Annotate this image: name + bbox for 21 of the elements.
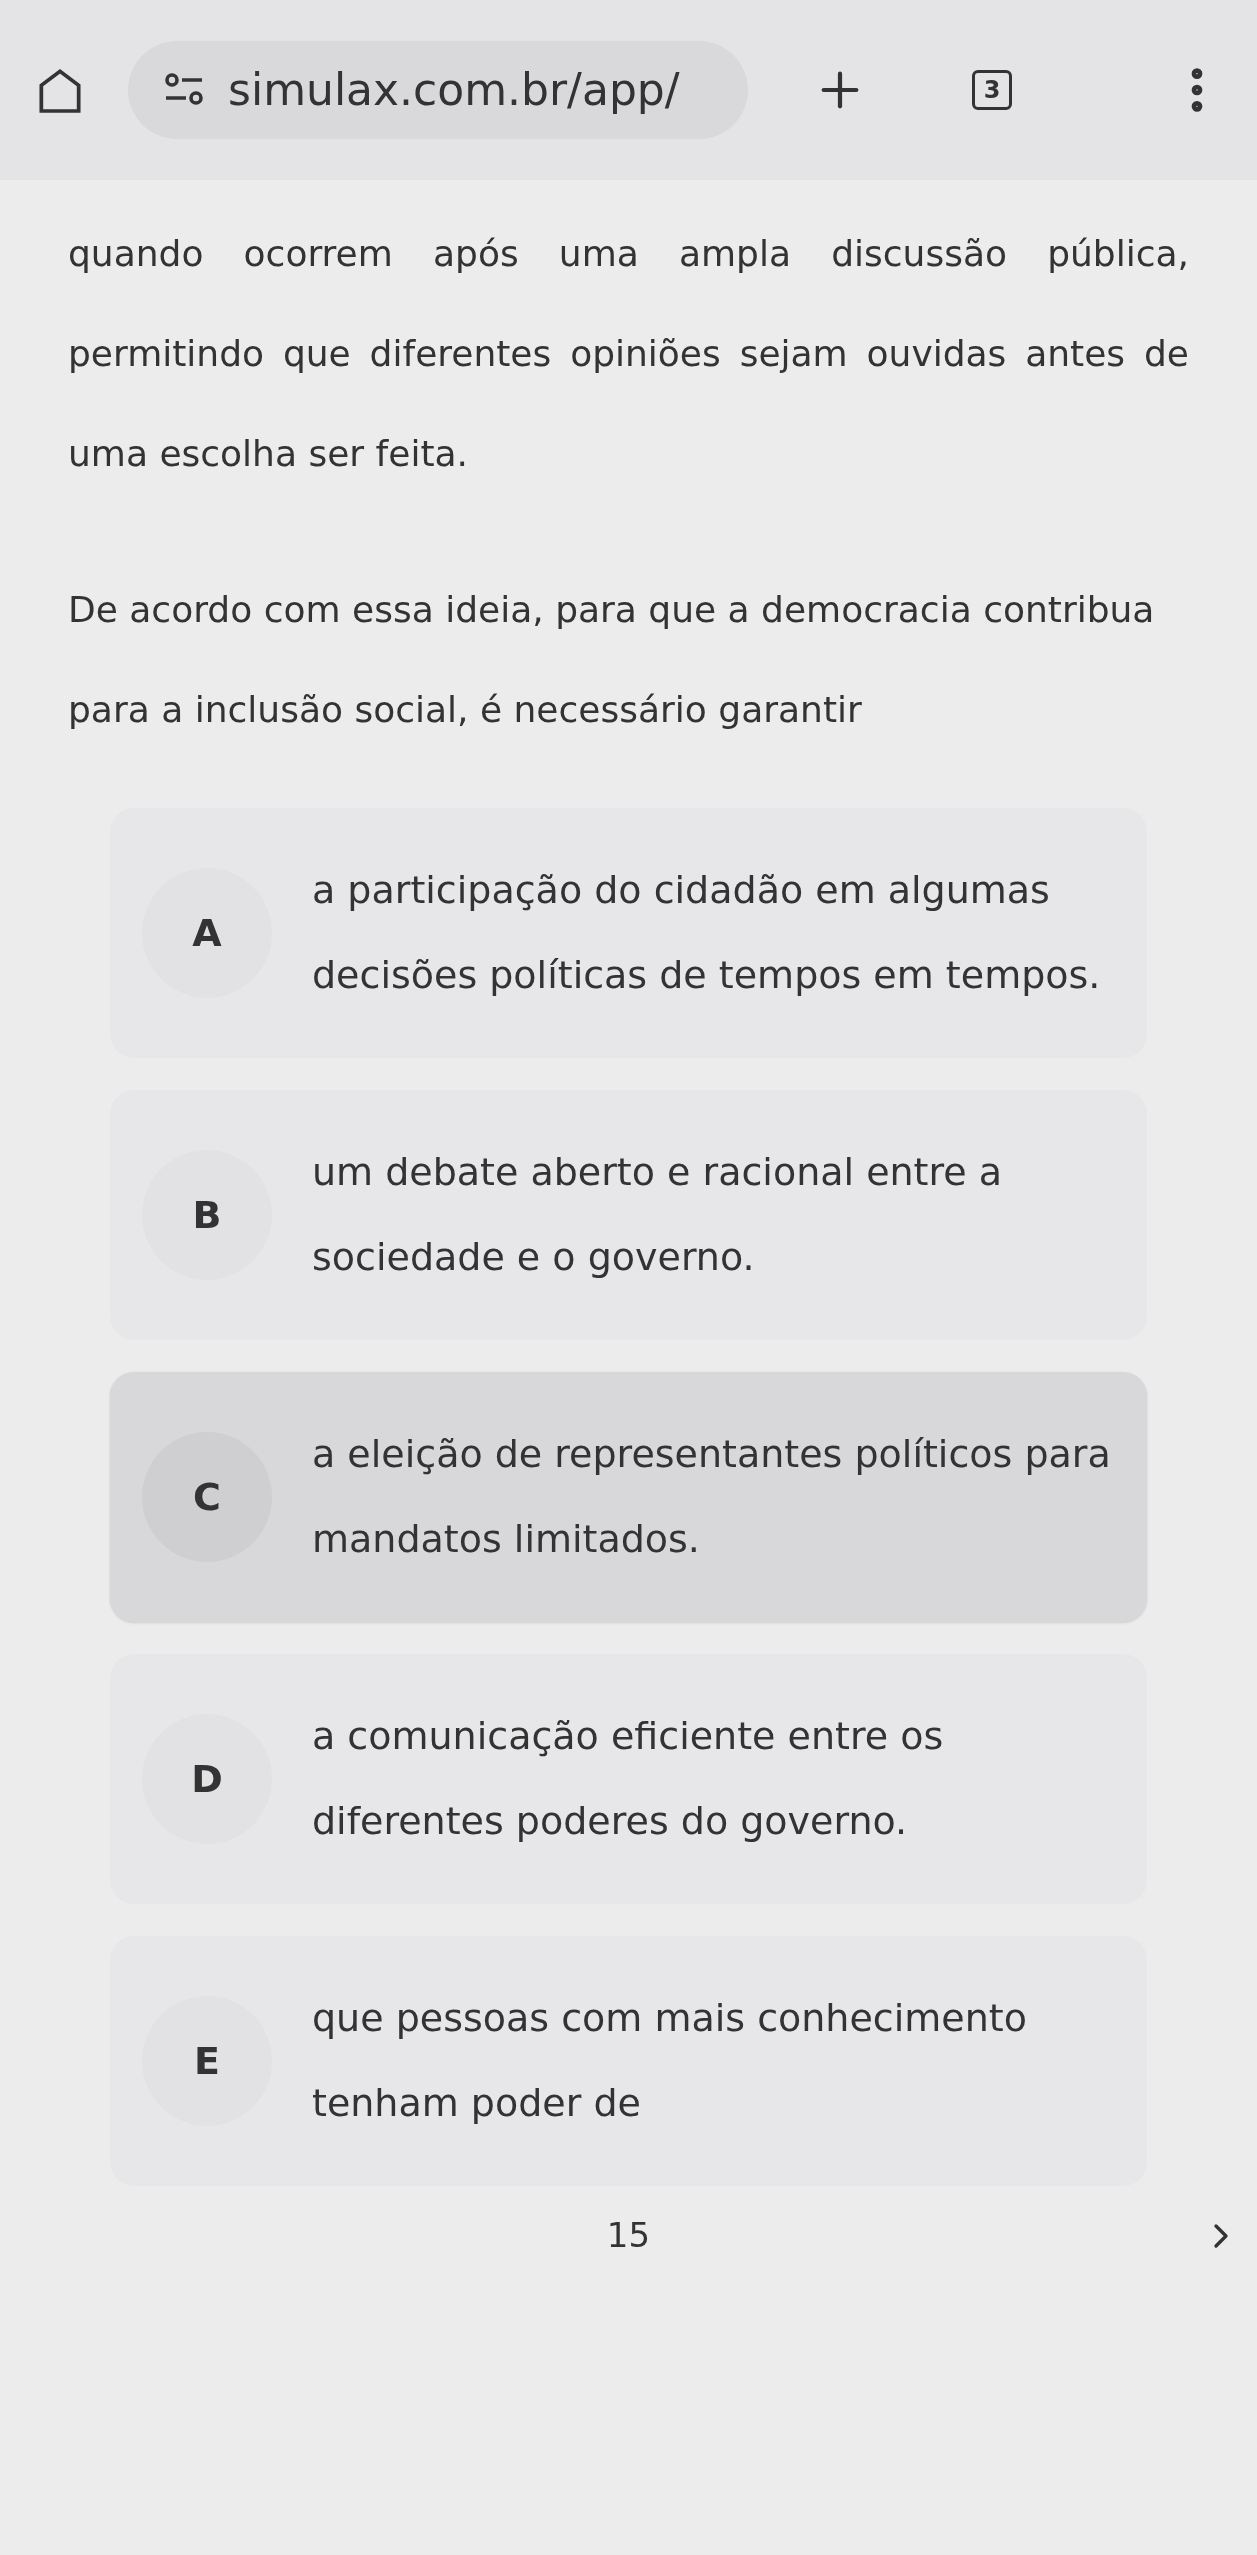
option-letter: D (142, 1714, 272, 1844)
url-text: simulax.com.br/app/ (228, 63, 680, 117)
address-bar[interactable]: simulax.com.br/app/ (128, 41, 748, 139)
answer-option[interactable]: D a comunicação eficiente entre os diferentes poderes do governo. (110, 1654, 1147, 1904)
passage-text: quando ocorrem após uma ampla discussão pública, permitindo que diferentes opiniões sejam ouvidas antes de uma escolha ser feita. (68, 232, 1189, 476)
option-letter: C (142, 1432, 272, 1562)
option-letter: B (142, 1150, 272, 1280)
option-text: um debate aberto e racional entre a sociedade e o governo. (312, 1149, 1004, 1281)
option-text: que pessoas com mais conhecimento tenham poder de (312, 1995, 1028, 2127)
question-text: De acordo com essa ideia, para que a democracia contribua para a inclusão social, é necessário garantir (68, 588, 1156, 732)
option-letter: A (142, 868, 272, 998)
option-text: a comunicação eficiente entre os diferentes poderes do governo. (312, 1713, 945, 1845)
tab-count-button[interactable]: 3 (972, 70, 1012, 110)
answer-option[interactable]: E que pessoas com mais conhecimento tenham poder de (110, 1936, 1147, 2186)
option-text: a participação do cidadão em algumas decisões políticas de tempos em tempos. (312, 867, 1102, 999)
option-text: a eleição de representantes políticos para mandatos limitados. (312, 1431, 1112, 1563)
answer-option[interactable]: C a eleição de representantes políticos para mandatos limitados. (110, 1372, 1147, 1622)
question-number: 15 (606, 2214, 651, 2257)
answer-option[interactable]: B um debate aberto e racional entre a sociedade e o governo. (110, 1090, 1147, 1340)
option-letter: E (142, 1996, 272, 2126)
answer-option[interactable]: A a participação do cidadão em algumas decisões políticas de tempos em tempos. (110, 808, 1147, 1058)
